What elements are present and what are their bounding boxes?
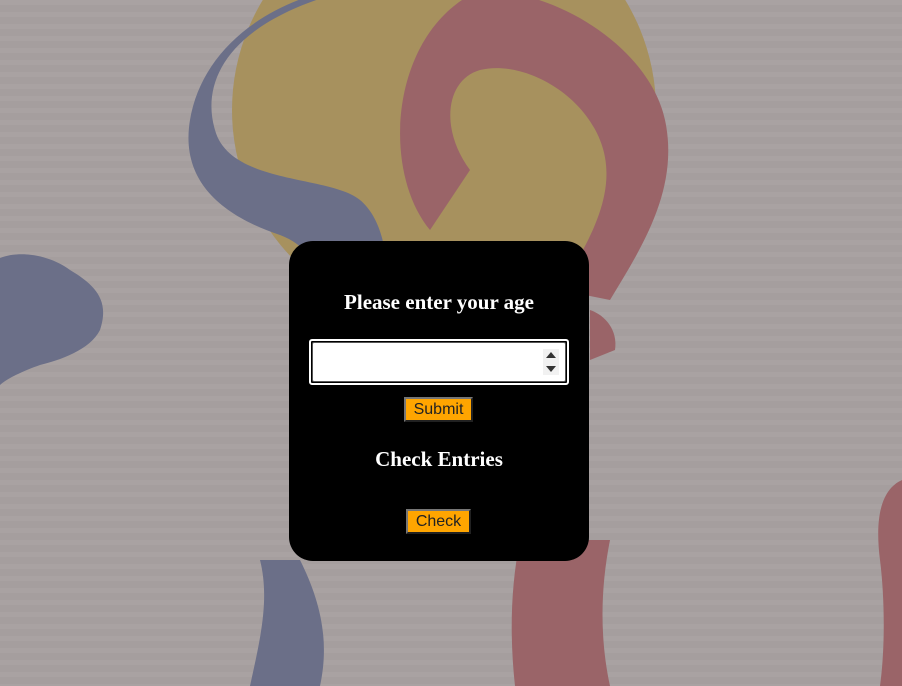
- number-spinner: [543, 349, 559, 375]
- submit-button[interactable]: Submit: [404, 397, 473, 422]
- age-verification-modal: Please enter your age Submit Check Entri…: [289, 241, 589, 561]
- spin-up-icon[interactable]: [546, 352, 556, 358]
- spin-down-icon[interactable]: [546, 366, 556, 372]
- check-button[interactable]: Check: [406, 509, 471, 534]
- check-entries-heading: Check Entries: [375, 447, 503, 471]
- age-input[interactable]: [312, 342, 566, 382]
- age-input-container: [309, 339, 569, 385]
- modal-title: Please enter your age: [344, 290, 534, 314]
